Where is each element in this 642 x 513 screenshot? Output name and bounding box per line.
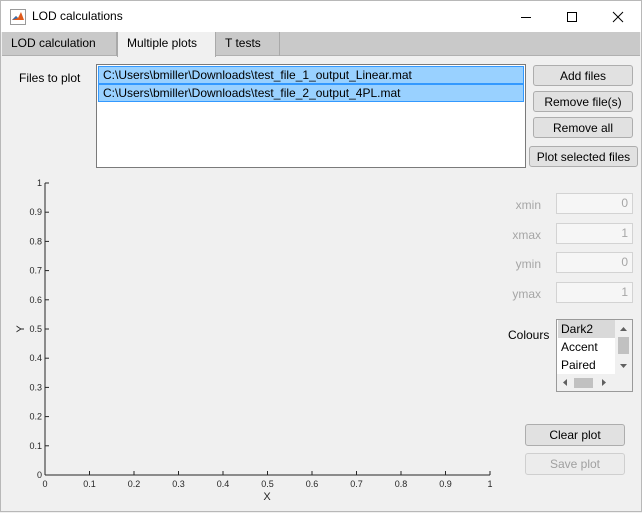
- maximize-icon: [567, 11, 577, 22]
- maximize-button[interactable]: [549, 1, 595, 32]
- x-tick-label: 0.6: [306, 479, 319, 489]
- x-tick-label: 0.1: [83, 479, 96, 489]
- colour-option[interactable]: Accent: [558, 338, 615, 356]
- x-tick-label: 0.4: [217, 479, 230, 489]
- close-button[interactable]: [595, 1, 641, 32]
- y-tick-label: 0.2: [29, 412, 42, 422]
- clear-plot-button[interactable]: Clear plot: [525, 424, 625, 446]
- xmin-label: xmin: [515, 198, 541, 212]
- x-tick-label: 1: [487, 479, 492, 489]
- y-tick-label: 0.8: [29, 236, 42, 246]
- xmin-field[interactable]: 0: [556, 193, 633, 214]
- colours-listbox[interactable]: Dark2 Accent Paired: [556, 319, 633, 392]
- colour-option[interactable]: Paired: [558, 356, 615, 374]
- remove-all-button[interactable]: Remove all: [533, 117, 633, 138]
- ymax-label: ymax: [512, 287, 541, 301]
- y-tick-label: 0.4: [29, 353, 42, 363]
- y-tick-label: 0.1: [29, 441, 42, 451]
- x-tick-label: 0.8: [395, 479, 408, 489]
- minimize-button[interactable]: [503, 1, 549, 32]
- y-tick-label: 1: [37, 178, 42, 188]
- remove-files-button[interactable]: Remove file(s): [533, 91, 633, 112]
- y-tick-label: 0.7: [29, 266, 42, 276]
- y-tick-label: 0.5: [29, 324, 42, 334]
- y-tick-label: 0.9: [29, 207, 42, 217]
- y-tick-label: 0.6: [29, 295, 42, 305]
- colours-label: Colours: [508, 328, 550, 342]
- ymin-field[interactable]: 0: [556, 252, 633, 273]
- colour-option[interactable]: Dark2: [558, 320, 615, 338]
- colours-horizontal-scrollbar[interactable]: [557, 374, 632, 391]
- y-axis-label: Y: [15, 325, 27, 333]
- x-tick-label: 0.7: [350, 479, 363, 489]
- x-axis-label: X: [263, 491, 271, 503]
- plot-selected-files-button[interactable]: Plot selected files: [529, 146, 638, 167]
- save-plot-button[interactable]: Save plot: [525, 453, 625, 475]
- scroll-down-arrow-icon[interactable]: [620, 364, 627, 368]
- scroll-left-arrow-icon[interactable]: [563, 379, 567, 386]
- scroll-right-arrow-icon[interactable]: [602, 379, 606, 386]
- plot-axes[interactable]: 0 0.1 0.2 0.3 0.4 0.5 0.6 0.7 0.8 0.9 1 0 0.1 0.2 0.3 0…: [1, 1, 501, 513]
- colours-vertical-scrollbar[interactable]: [615, 320, 632, 375]
- xmax-label: xmax: [512, 228, 541, 242]
- y-tick-label: 0: [37, 470, 42, 480]
- close-icon: [612, 11, 624, 22]
- horizontal-scroll-thumb[interactable]: [574, 378, 593, 388]
- vertical-scroll-thumb[interactable]: [618, 337, 629, 354]
- x-tick-label: 0.3: [172, 479, 185, 489]
- app-window: LOD calculations LOD calculation Multipl…: [0, 0, 642, 512]
- add-files-button[interactable]: Add files: [533, 65, 633, 86]
- y-tick-label: 0.3: [29, 382, 42, 392]
- x-tick-label: 0.2: [128, 479, 141, 489]
- ymin-label: ymin: [515, 257, 541, 271]
- minimize-icon: [521, 16, 531, 18]
- ymax-field[interactable]: 1: [556, 282, 633, 303]
- x-tick-label: 0.5: [261, 479, 274, 489]
- scroll-up-arrow-icon[interactable]: [620, 327, 627, 331]
- xmax-field[interactable]: 1: [556, 223, 633, 244]
- x-tick-label: 0.9: [439, 479, 452, 489]
- x-tick-label: 0: [42, 479, 47, 489]
